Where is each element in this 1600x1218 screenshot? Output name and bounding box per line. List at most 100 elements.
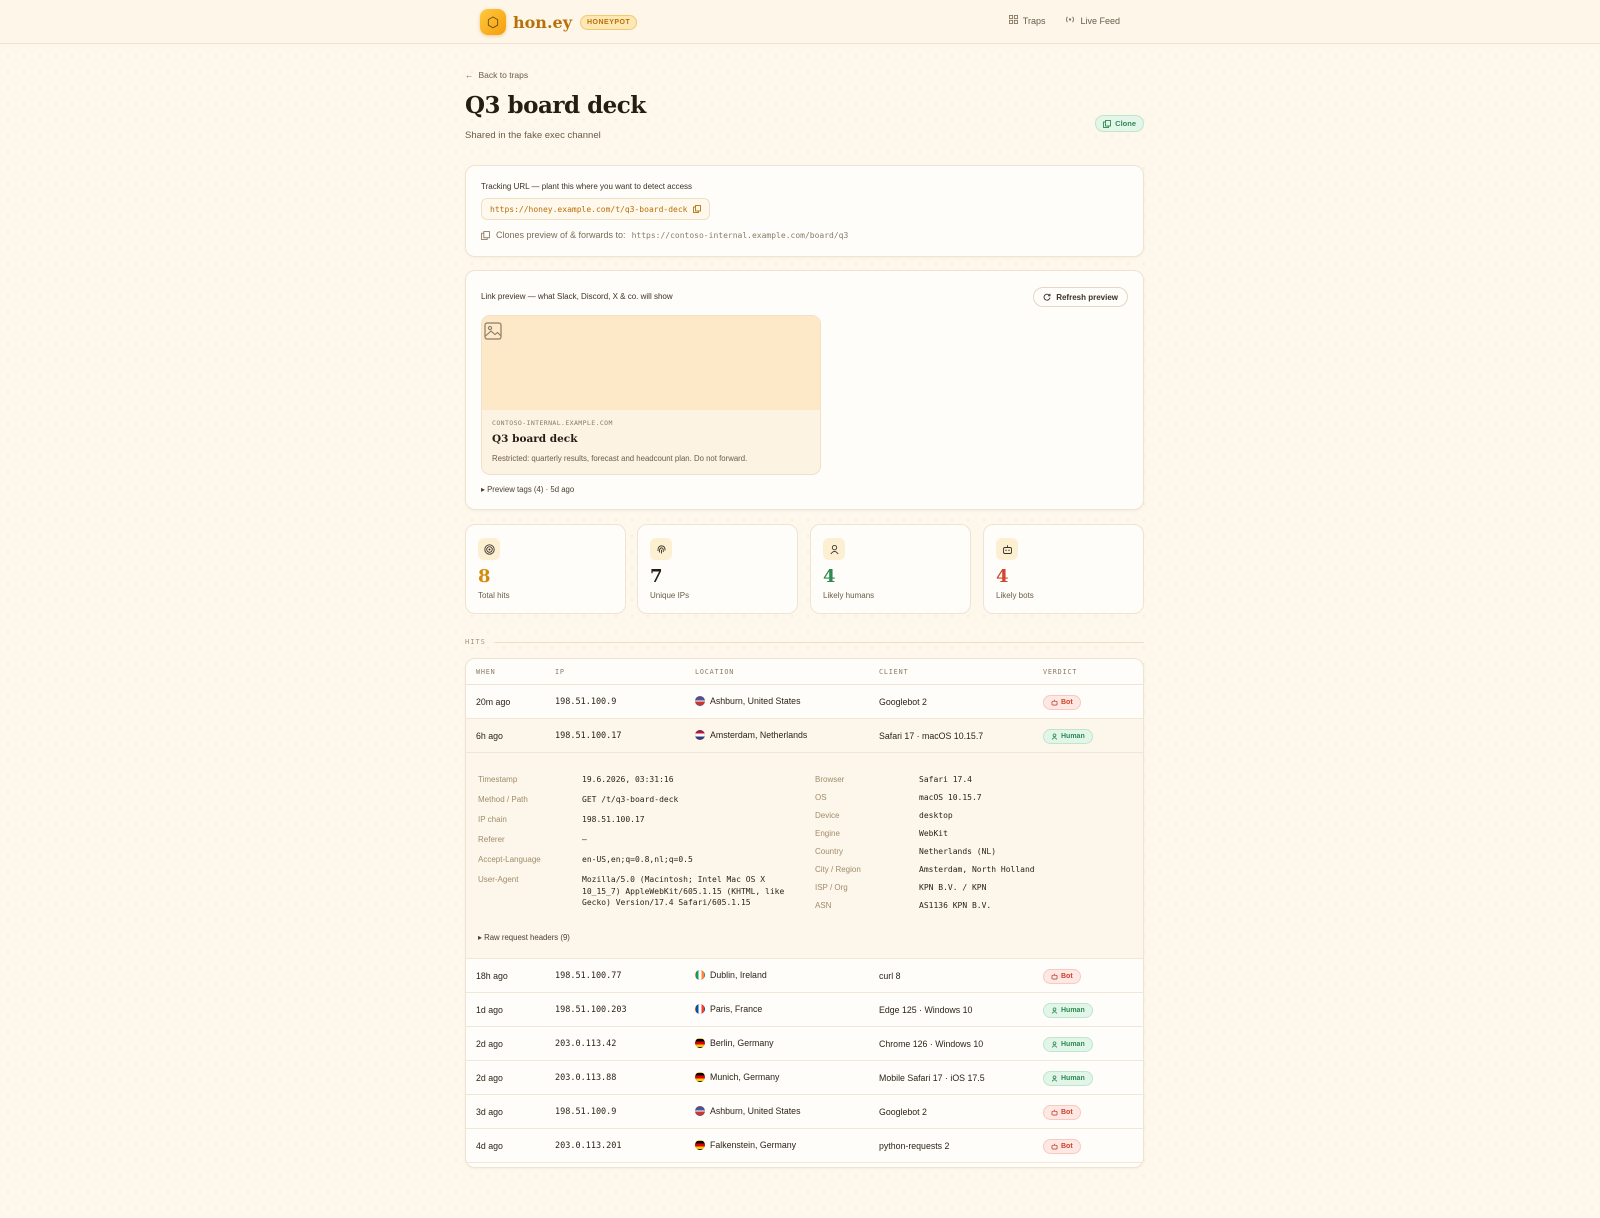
table-row[interactable]: 20m ago 198.51.100.9 Ashburn, United State… (466, 685, 1143, 719)
table-row[interactable]: 2d ago 203.0.113.42 Berlin, Germany Chrome … (466, 1027, 1143, 1061)
user-icon (1051, 1007, 1058, 1014)
cell-client: Safari 17 · macOS 10.15.7 (879, 731, 984, 741)
tracking-label: Tracking URL — plant this where you want… (481, 182, 693, 191)
cell-when: 6h ago (476, 731, 503, 741)
table-row[interactable]: 1d ago 198.51.100.203 Paris, France Edge 12… (466, 993, 1143, 1027)
detail-value: en-US,en;q=0.8,nl;q=0.5 (582, 855, 693, 864)
detail-key: Accept-Language (478, 855, 541, 864)
clone-button[interactable]: Clone (1095, 115, 1144, 132)
forward-url: https://contoso-internal.example.com/boa… (631, 230, 849, 240)
location-label: Ashburn, United States (710, 1106, 801, 1116)
cell-client: curl 8 (879, 971, 901, 981)
cell-verdict: Human (1043, 1003, 1093, 1018)
copy-icon[interactable] (693, 205, 702, 213)
verdict-label: Human (1061, 1041, 1085, 1048)
table-header: WHEN IP LOCATION CLIENT VERDICT (466, 659, 1143, 685)
detail-key: Timestamp (478, 775, 518, 784)
cell-location: Amsterdam, Netherlands (695, 730, 807, 740)
preview-tags-label: Preview tags (4) · 5d ago (487, 485, 575, 494)
detail-value: 19.6.2026, 03:31:16 (582, 775, 674, 784)
detail-key: City / Region (815, 865, 861, 874)
detail-value: Safari 17.4 (919, 775, 972, 784)
table-row[interactable]: 3d ago 198.51.100.9 Ashburn, United States… (466, 1095, 1143, 1129)
flag-nl-icon (695, 730, 705, 740)
cell-ip: 203.0.113.88 (555, 1073, 617, 1083)
og-image-placeholder (482, 316, 820, 410)
location-label: Ashburn, United States (710, 696, 801, 706)
top-bar: ⬡ hon.ey HONEYPOT Traps Live Feed (0, 0, 1600, 44)
copy-icon (481, 230, 490, 240)
detail-value: Mozilla/5.0 (Macintosh; Intel Mac OS X 1… (582, 875, 785, 907)
detail-key: ASN (815, 901, 832, 910)
column-header-ip[interactable]: IP (555, 668, 565, 676)
cell-location: Dublin, Ireland (695, 970, 767, 980)
cell-ip: 198.51.100.203 (555, 1005, 627, 1015)
nav-label: Traps (1022, 15, 1046, 26)
back-label: Back to traps (478, 70, 529, 80)
detail-value: KPN B.V. / KPN (919, 883, 987, 892)
og-title: Q3 board deck (492, 433, 578, 445)
cell-client: Googlebot 2 (879, 697, 927, 707)
verdict-label: Human (1061, 1075, 1085, 1082)
table-row[interactable]: 4d ago 203.0.113.201 Falkenstein, Germany p… (466, 1129, 1143, 1163)
stat-label: Unique IPs (650, 591, 690, 600)
flag-de-icon (695, 1140, 705, 1150)
table-row[interactable]: 6h ago 198.51.100.17 Amsterdam, Netherland… (466, 719, 1143, 753)
page-subtitle: Shared in the fake exec channel (465, 130, 601, 141)
tracking-card: Tracking URL — plant this where you want… (465, 165, 1144, 257)
hexagon-logo-icon: ⬡ (480, 9, 506, 35)
cell-verdict: Bot (1043, 1139, 1081, 1154)
tracking-url-field[interactable]: https://honey.example.com/t/q3-board-dec… (481, 198, 711, 220)
cell-location: Falkenstein, Germany (695, 1140, 796, 1150)
cell-verdict: Human (1043, 1071, 1093, 1086)
stat-total-hits: 8 Total hits (465, 524, 626, 614)
verdict-label: Bot (1061, 1109, 1073, 1116)
detail-key: User-Agent (478, 875, 519, 884)
cell-verdict: Human (1043, 1037, 1093, 1052)
verdict-label: Human (1061, 733, 1085, 740)
cell-when: 1d ago (476, 1005, 503, 1015)
image-icon (484, 322, 502, 340)
forward-info: Clones preview of & forwards to: https:/… (481, 230, 848, 240)
back-link[interactable]: ← Back to traps (465, 70, 528, 80)
brand-badge: HONEYPOT (579, 14, 638, 30)
table-row[interactable]: 2d ago 203.0.113.88 Munich, Germany Mobile … (466, 1061, 1143, 1095)
column-header-location[interactable]: LOCATION (695, 668, 734, 676)
column-header-verdict[interactable]: VERDICT (1043, 668, 1077, 676)
preview-tags-toggle[interactable]: ▸ Preview tags (4) · 5d ago (481, 485, 574, 494)
target-icon (478, 538, 500, 560)
table-row[interactable]: 18h ago 198.51.100.77 Dublin, Ireland curl … (466, 959, 1143, 993)
cell-client: python-requests 2 (879, 1141, 950, 1151)
cell-ip: 203.0.113.42 (555, 1039, 617, 1049)
cell-when: 2d ago (476, 1073, 503, 1083)
copy-icon (1103, 119, 1112, 128)
cell-location: Ashburn, United States (695, 696, 800, 706)
divider (493, 641, 1144, 643)
cell-when: 20m ago (476, 697, 511, 707)
brand[interactable]: ⬡ hon.ey HONEYPOT (480, 9, 638, 35)
cell-when: 4d ago (476, 1141, 503, 1151)
detail-value: Netherlands (NL) (919, 847, 997, 856)
hits-section-header: HITS (465, 638, 1144, 646)
detail-value: Amsterdam, North Holland (919, 865, 1035, 874)
nav-item-live-feed[interactable]: Live Feed (1065, 15, 1120, 26)
refresh-icon (1043, 293, 1051, 301)
main-nav: Traps Live Feed (1008, 14, 1120, 26)
detail-value: macOS 10.15.7 (919, 793, 982, 802)
stat-label: Likely humans (823, 591, 875, 600)
flag-de-icon (695, 1038, 705, 1048)
page-title: Q3 board deck (465, 92, 646, 119)
column-header-client[interactable]: CLIENT (879, 668, 908, 676)
arrow-left-icon: ← (465, 70, 474, 80)
column-header-when[interactable]: WHEN (476, 668, 496, 676)
verdict-badge: Human (1043, 1037, 1093, 1052)
raw-headers-toggle[interactable]: ▸ Raw request headers (9) (478, 933, 570, 942)
refresh-label: Refresh preview (1056, 292, 1118, 302)
user-icon (1051, 1075, 1058, 1082)
bot-icon (996, 538, 1018, 560)
refresh-preview-button[interactable]: Refresh preview (1033, 287, 1128, 307)
og-domain: CONTOSO-INTERNAL.EXAMPLE.COM (492, 419, 613, 427)
cell-ip: 198.51.100.17 (555, 731, 622, 741)
nav-item-traps[interactable]: Traps (1008, 14, 1046, 26)
detail-value: — (582, 835, 587, 844)
